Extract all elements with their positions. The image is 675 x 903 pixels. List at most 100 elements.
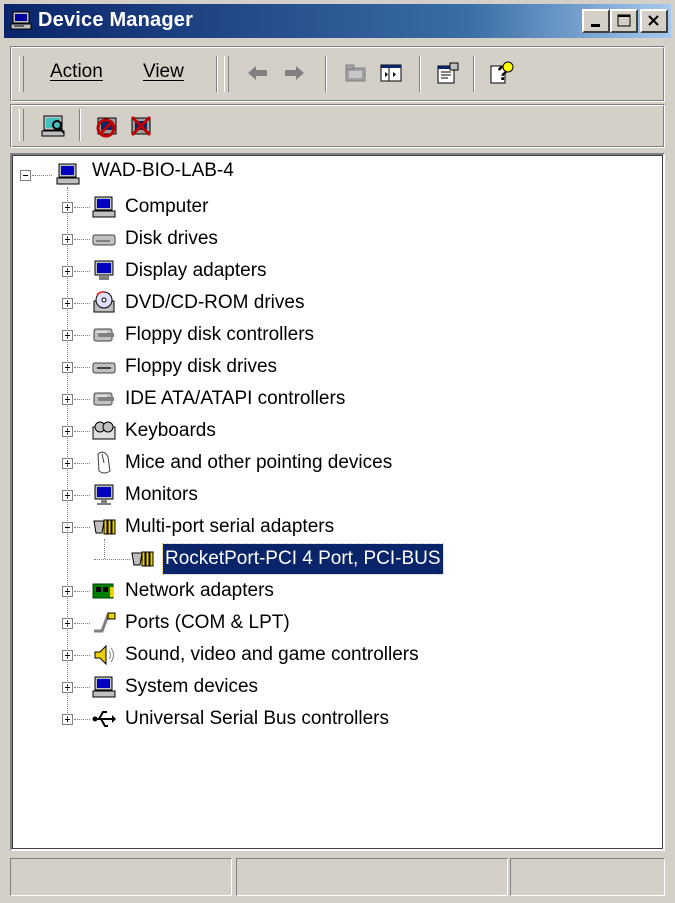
maximize-icon bbox=[617, 14, 631, 27]
category-node[interactable]: Ports (COM & LPT) bbox=[12, 608, 652, 638]
show-hide-tree-button[interactable] bbox=[377, 61, 405, 87]
uninstall-device-icon bbox=[130, 115, 152, 137]
device-manager-window: Device Manager Action View ? WAD-BIO-LAB… bbox=[0, 0, 675, 903]
action-toolbar-grip[interactable] bbox=[19, 109, 24, 141]
category-label[interactable]: Display adapters bbox=[125, 256, 267, 286]
category-label[interactable]: Disk drives bbox=[125, 224, 218, 254]
category-node[interactable]: DVD/CD-ROM drives bbox=[12, 288, 652, 318]
menu-view-label: View bbox=[143, 61, 184, 82]
computer-icon bbox=[92, 195, 116, 219]
minimize-icon bbox=[591, 24, 600, 27]
cdrom-icon bbox=[92, 290, 116, 315]
status-pane-2 bbox=[236, 858, 508, 896]
category-label[interactable]: Floppy disk controllers bbox=[125, 320, 314, 350]
category-node[interactable]: Computer bbox=[12, 192, 652, 222]
keyboard-icon bbox=[92, 419, 116, 443]
window-title: Device Manager bbox=[38, 9, 194, 31]
minimize-button[interactable] bbox=[582, 9, 610, 33]
status-pane-1 bbox=[10, 858, 232, 896]
category-node[interactable]: Monitors bbox=[12, 480, 652, 510]
device-node[interactable]: RocketPort-PCI 4 Port, PCI-BUS bbox=[12, 543, 652, 575]
disk-drive-icon bbox=[92, 227, 116, 251]
menu-grip[interactable] bbox=[19, 56, 24, 92]
collapse-icon[interactable] bbox=[20, 170, 31, 181]
properties-icon bbox=[437, 62, 459, 84]
device-label[interactable]: RocketPort-PCI 4 Port, PCI-BUS bbox=[162, 543, 444, 575]
menu-action-label: Action bbox=[50, 61, 103, 82]
help-icon: ? bbox=[490, 61, 514, 85]
ide-controller-icon bbox=[92, 387, 116, 411]
show-hide-tree-icon bbox=[380, 64, 402, 82]
floppy-drive-icon bbox=[92, 355, 116, 379]
category-label[interactable]: Mice and other pointing devices bbox=[125, 448, 392, 478]
serial-adapter-icon bbox=[130, 547, 154, 571]
up-folder-icon bbox=[345, 64, 366, 82]
system-device-icon bbox=[56, 162, 80, 186]
category-label[interactable]: Multi-port serial adapters bbox=[125, 512, 334, 542]
display-adapter-icon bbox=[92, 259, 116, 283]
scan-hardware-button[interactable] bbox=[39, 113, 67, 139]
system-device-icon bbox=[92, 675, 116, 699]
title-bar[interactable]: Device Manager bbox=[4, 4, 671, 38]
category-node[interactable]: Keyboards bbox=[12, 416, 652, 446]
maximize-button[interactable] bbox=[610, 9, 638, 33]
category-label[interactable]: Floppy disk drives bbox=[125, 352, 277, 382]
category-node[interactable]: Universal Serial Bus controllers bbox=[12, 704, 652, 734]
category-node[interactable]: Sound, video and game controllers bbox=[12, 640, 652, 670]
category-node[interactable]: Mice and other pointing devices bbox=[12, 448, 652, 478]
category-node[interactable]: Network adapters bbox=[12, 576, 652, 606]
category-label[interactable]: Keyboards bbox=[125, 416, 216, 446]
serial-adapter-icon bbox=[92, 515, 116, 539]
toolbar-separator bbox=[325, 56, 327, 92]
toolbar-separator bbox=[419, 56, 421, 92]
category-label[interactable]: Universal Serial Bus controllers bbox=[125, 704, 389, 734]
sound-icon bbox=[92, 643, 116, 667]
properties-button[interactable] bbox=[433, 61, 461, 87]
port-icon bbox=[92, 611, 116, 635]
back-button[interactable] bbox=[243, 61, 271, 87]
menu-toolbar-band: Action View ? bbox=[10, 46, 665, 102]
tree-root-label[interactable]: WAD-BIO-LAB-4 bbox=[92, 160, 234, 182]
up-button[interactable] bbox=[341, 61, 369, 87]
action-toolbar-band bbox=[10, 104, 665, 148]
category-label[interactable]: IDE ATA/ATAPI controllers bbox=[125, 384, 345, 414]
category-label[interactable]: Monitors bbox=[125, 480, 198, 510]
close-icon bbox=[648, 15, 659, 26]
status-bar bbox=[10, 858, 665, 898]
mouse-icon bbox=[92, 451, 116, 475]
disable-device-icon bbox=[96, 117, 117, 138]
category-node[interactable]: Floppy disk controllers bbox=[12, 320, 652, 350]
forward-arrow-icon bbox=[285, 66, 304, 80]
category-node[interactable]: Multi-port serial adapters bbox=[12, 512, 652, 542]
category-label[interactable]: Computer bbox=[125, 192, 208, 222]
toolbar-separator bbox=[473, 56, 475, 92]
category-label[interactable]: Sound, video and game controllers bbox=[125, 640, 419, 670]
category-label[interactable]: DVD/CD-ROM drives bbox=[125, 288, 304, 318]
disable-device-button[interactable] bbox=[93, 113, 121, 139]
toolbar-separator bbox=[79, 109, 81, 141]
status-pane-3 bbox=[510, 858, 665, 896]
menu-view[interactable]: View bbox=[143, 61, 184, 83]
category-label[interactable]: System devices bbox=[125, 672, 258, 702]
category-node[interactable]: IDE ATA/ATAPI controllers bbox=[12, 384, 652, 414]
category-node[interactable]: Floppy disk drives bbox=[12, 352, 652, 382]
toolbar-separator bbox=[216, 56, 218, 92]
menu-action[interactable]: Action bbox=[50, 61, 103, 83]
scan-hardware-icon bbox=[41, 115, 65, 137]
category-node[interactable]: System devices bbox=[12, 672, 652, 702]
category-label[interactable]: Network adapters bbox=[125, 576, 274, 606]
forward-button[interactable] bbox=[279, 61, 307, 87]
close-button[interactable] bbox=[640, 9, 668, 33]
help-button[interactable]: ? bbox=[487, 59, 515, 85]
usb-icon bbox=[92, 707, 116, 731]
category-node[interactable]: Display adapters bbox=[12, 256, 652, 286]
category-label[interactable]: Ports (COM & LPT) bbox=[125, 608, 290, 638]
toolbar-grip[interactable] bbox=[224, 56, 229, 92]
uninstall-device-button[interactable] bbox=[127, 113, 155, 139]
network-adapter-icon bbox=[92, 579, 116, 603]
monitor-icon bbox=[92, 483, 116, 507]
back-arrow-icon bbox=[248, 66, 267, 80]
device-tree[interactable]: WAD-BIO-LAB-4 Computer Disk drives Display … bbox=[10, 153, 665, 851]
floppy-controller-icon bbox=[92, 323, 116, 347]
category-node[interactable]: Disk drives bbox=[12, 224, 652, 254]
